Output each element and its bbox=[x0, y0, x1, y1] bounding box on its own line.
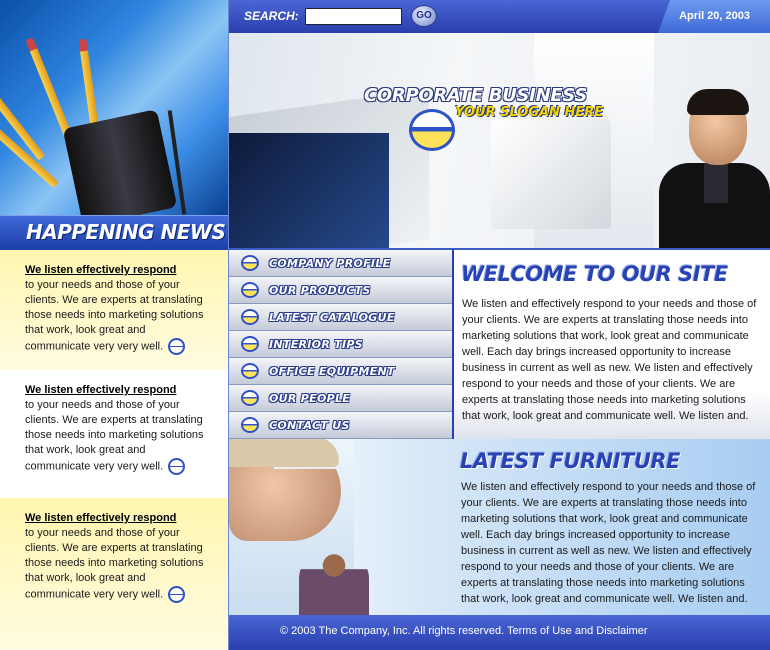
menu-item-company-profile[interactable]: COMPANY PROFILE bbox=[229, 250, 453, 277]
news-item-title-link[interactable]: We listen effectively respond bbox=[25, 383, 228, 398]
date-tab: April 20, 2003 bbox=[658, 0, 770, 33]
search-input[interactable] bbox=[305, 8, 402, 25]
menu-item-office-equipment[interactable]: OFFICE EQUIPMENT bbox=[229, 358, 453, 385]
businessman-image bbox=[659, 89, 770, 249]
menu-item-our-people[interactable]: OUR PEOPLE bbox=[229, 385, 453, 412]
welcome-section: WELCOME TO OUR SITE We listen and effect… bbox=[454, 250, 770, 439]
news-header: HAPPENING NEWS bbox=[0, 215, 228, 250]
globe-icon bbox=[241, 363, 259, 379]
menu-item-latest-catalogue[interactable]: LATEST CATALOGUE bbox=[229, 304, 453, 331]
menu-item-label: OUR PRODUCTS bbox=[269, 284, 371, 297]
top-bar: SEARCH: GO April 20, 2003 bbox=[229, 0, 770, 33]
main-menu: COMPANY PROFILE OUR PRODUCTS LATEST CATA… bbox=[229, 250, 453, 439]
globe-icon bbox=[241, 309, 259, 325]
news-item: We listen effectively respond to your ne… bbox=[0, 498, 228, 650]
date-text: April 20, 2003 bbox=[679, 10, 750, 22]
menu-item-label: COMPANY PROFILE bbox=[269, 257, 391, 270]
globe-icon bbox=[241, 282, 259, 298]
globe-icon bbox=[241, 417, 259, 433]
menu-item-contact-us[interactable]: CONTACT US bbox=[229, 412, 453, 439]
news-item: We listen effectively respond to your ne… bbox=[0, 370, 228, 498]
menu-item-interior-tips[interactable]: INTERIOR TIPS bbox=[229, 331, 453, 358]
news-header-title: HAPPENING NEWS bbox=[26, 220, 226, 244]
menu-item-label: LATEST CATALOGUE bbox=[269, 311, 395, 324]
monitor-screen-image bbox=[229, 133, 389, 249]
hero-slogan: YOUR SLOGAN HERE bbox=[455, 105, 604, 120]
footer: © 2003 The Company, Inc. All rights rese… bbox=[229, 615, 770, 650]
company-logo-icon bbox=[409, 109, 455, 151]
hero-title: CORPORATE BUSINESS bbox=[364, 85, 588, 106]
news-item: We listen effectively respond to your ne… bbox=[0, 250, 228, 370]
welcome-text: We listen and effectively respond to you… bbox=[462, 298, 757, 422]
computer-image bbox=[491, 119, 611, 229]
menu-item-label: OFFICE EQUIPMENT bbox=[269, 365, 395, 378]
globe-icon[interactable] bbox=[168, 586, 186, 603]
globe-icon bbox=[241, 336, 259, 352]
globe-icon[interactable] bbox=[168, 458, 186, 475]
furniture-title: LATEST FURNITURE bbox=[460, 449, 680, 473]
go-button[interactable]: GO bbox=[411, 5, 437, 27]
menu-item-our-products[interactable]: OUR PRODUCTS bbox=[229, 277, 453, 304]
menu-item-label: CONTACT US bbox=[269, 419, 350, 432]
welcome-title: WELCOME TO OUR SITE bbox=[461, 262, 728, 286]
news-item-title-link[interactable]: We listen effectively respond bbox=[25, 263, 228, 278]
furniture-section: LATEST FURNITURE We listen and effective… bbox=[229, 439, 770, 615]
hero-banner: CORPORATE BUSINESS YOUR SLOGAN HERE bbox=[229, 33, 770, 249]
pencil-cup-photo bbox=[0, 0, 228, 215]
news-item-title-link[interactable]: We listen effectively respond bbox=[25, 511, 228, 526]
footer-copyright: © 2003 The Company, Inc. All rights rese… bbox=[280, 625, 648, 637]
furniture-text: We listen and effectively respond to you… bbox=[461, 481, 756, 605]
globe-icon[interactable] bbox=[168, 338, 186, 355]
man-with-glasses-image bbox=[229, 439, 369, 615]
menu-item-label: INTERIOR TIPS bbox=[269, 338, 364, 351]
menu-item-label: OUR PEOPLE bbox=[269, 392, 351, 405]
globe-icon bbox=[241, 390, 259, 406]
globe-icon bbox=[241, 255, 259, 271]
search-label: SEARCH: bbox=[244, 9, 299, 23]
